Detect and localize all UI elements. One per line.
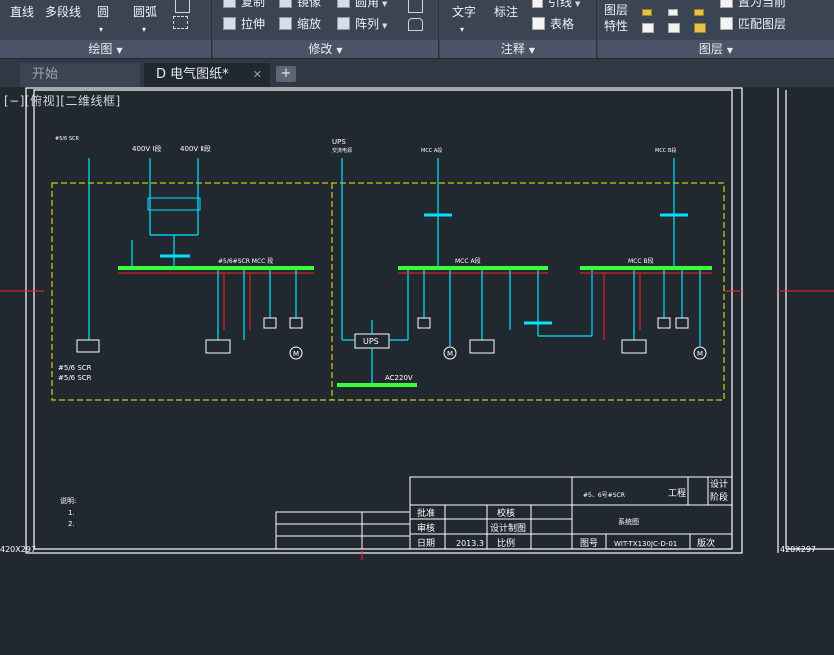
load-box-7	[657, 317, 671, 329]
bus-label-2: MCC A段	[455, 257, 481, 265]
ac220-label: AC220V	[385, 374, 413, 382]
tb-stage: 阶段	[710, 491, 728, 503]
tb-design-draw: 设计制图	[490, 522, 526, 534]
bus-bar-1	[118, 266, 314, 270]
motor-label-3: M	[697, 350, 703, 358]
load-box-8	[675, 317, 689, 329]
load-box-1	[205, 339, 231, 354]
feeder-label-1: #5/6 SCR	[55, 136, 79, 142]
ups-feeder-label: UPS	[332, 138, 346, 146]
paper-size-left: 420X297	[0, 545, 36, 554]
bus3-branches	[633, 270, 701, 346]
load-box-6	[621, 339, 647, 354]
autocad-window: 直线 多段线 圆 圆弧 ▾ ▾ 绘图 ▼ 复制 镜像 圆角 ▼ 拉伸 缩放 阵列 ▼ …	[0, 0, 834, 655]
equipment-enclosure	[51, 182, 725, 401]
transfer-switch-box	[147, 197, 201, 211]
ups-box-label: UPS	[363, 337, 379, 346]
bus-bar-3	[580, 266, 712, 270]
motor-label-1: M	[293, 350, 299, 358]
scr-note-1: #5/6 SCR	[58, 364, 92, 372]
tb-drawing-no-label: 图号	[580, 538, 598, 549]
load-box-2	[263, 317, 277, 329]
note-2: 2.	[68, 520, 75, 528]
bus-label-1: #5/6#SCR MCC 段	[218, 257, 273, 265]
drawing-frame	[33, 89, 733, 550]
tb-drawing-no: WIT-TX130JC-D-01	[614, 540, 677, 548]
note-1: 1.	[68, 509, 75, 517]
bus1-branches	[217, 270, 297, 340]
tb-engineering: 工程	[668, 488, 686, 499]
tb-version: 版次	[697, 537, 715, 549]
tb-date-value: 2013.3	[456, 539, 484, 548]
tb-project-title: #5、6号#SCR	[583, 492, 625, 499]
load-box-5	[469, 339, 495, 354]
load-box-3	[289, 317, 303, 329]
notes-title: 说明:	[60, 496, 76, 505]
electrical-drawing[interactable]: 420X297 420X297 #5/6 SCR 400V Ⅰ段 400V Ⅱ段…	[0, 0, 834, 655]
bus-label-3: MCC B段	[628, 257, 654, 265]
tb-review: 审核	[417, 522, 435, 534]
tb-check: 校核	[497, 507, 515, 519]
load-box-4	[417, 317, 431, 329]
bus1-red-branches	[223, 273, 251, 330]
mcc-a-feeder-label: MCC A段	[421, 147, 442, 154]
tb-design: 设计	[710, 478, 728, 490]
bus2-branches	[423, 270, 539, 346]
tb-approve: 批准	[417, 507, 435, 519]
tb-date-label: 日期	[417, 538, 435, 549]
revision-table	[275, 511, 411, 550]
feeder-label-3: 400V Ⅱ段	[180, 144, 211, 153]
scr-note-2: #5/6 SCR	[58, 374, 92, 382]
mcc-b-feeder-label: MCC B段	[655, 147, 676, 154]
tb-drawing-title: 系统图	[618, 517, 639, 526]
tb-scale: 比例	[497, 537, 515, 549]
scr-cabinet-box	[76, 339, 100, 353]
paper-size-right: 420X297	[780, 545, 816, 554]
bus-bar-2	[398, 266, 548, 270]
ac220-bus	[337, 383, 417, 387]
feeder-label-2: 400V Ⅰ段	[132, 144, 161, 153]
motor-label-2: M	[447, 350, 453, 358]
ups-feeder-sub: 交流电源	[332, 147, 352, 154]
